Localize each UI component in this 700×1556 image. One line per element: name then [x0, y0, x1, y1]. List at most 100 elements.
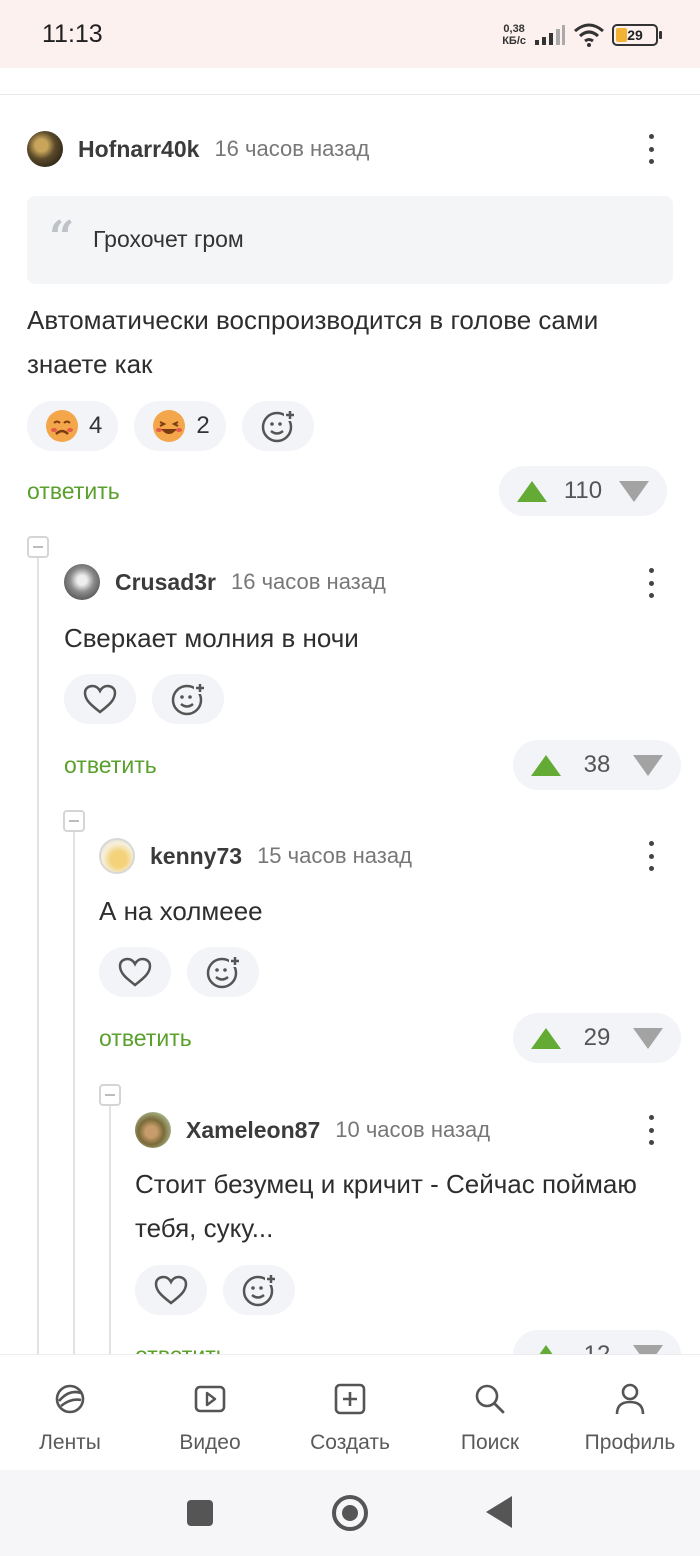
add-reaction-icon	[206, 955, 241, 989]
signal-icon	[535, 25, 565, 45]
rating: 110	[563, 477, 603, 504]
reaction-count: 2	[196, 412, 210, 439]
divider	[0, 94, 700, 95]
comment-header: Xameleon87 10 часов назад	[135, 1111, 490, 1149]
comment-text: Сверкает молния в ночи	[64, 623, 359, 653]
author-name[interactable]: kenny73	[150, 843, 242, 870]
more-icon[interactable]	[648, 134, 654, 164]
downvote-icon[interactable]	[633, 1027, 663, 1049]
downvote-icon[interactable]	[619, 480, 649, 502]
nav-label: Создать	[310, 1431, 390, 1454]
downvote-icon[interactable]	[633, 754, 663, 776]
reactions: 4 2	[27, 401, 314, 451]
collapse-icon[interactable]	[27, 536, 49, 558]
thread-line	[109, 1104, 111, 1354]
heart-icon	[118, 957, 152, 987]
reaction-crying[interactable]: 4	[27, 401, 119, 451]
bottom-nav: Ленты Видео Создать Поиск Профиль	[0, 1354, 700, 1470]
reaction-count: 4	[89, 412, 103, 439]
feeds-icon	[55, 1384, 85, 1414]
nav-search[interactable]: Поиск	[420, 1355, 560, 1470]
nav-label: Ленты	[39, 1431, 101, 1454]
avatar[interactable]	[99, 838, 135, 874]
heart-icon	[154, 1275, 188, 1305]
thread-line	[73, 830, 75, 1354]
like-button[interactable]	[99, 947, 171, 997]
add-reaction-button[interactable]	[241, 401, 314, 451]
network-speed-value: 0,38	[503, 23, 525, 35]
collapse-icon[interactable]	[63, 810, 85, 832]
comment-text: Автоматически воспроизводится в голове с…	[27, 305, 599, 379]
author-name[interactable]: Hofnarr40k	[78, 136, 199, 163]
battery-icon: 29	[612, 24, 662, 46]
reaction-grinning[interactable]: 2	[134, 401, 226, 451]
comment-text: А на холмеее	[99, 896, 263, 926]
reactions	[99, 947, 259, 997]
thread-line	[37, 556, 39, 1354]
search-icon	[475, 1384, 505, 1414]
avatar[interactable]	[64, 564, 100, 600]
upvote-icon[interactable]	[531, 754, 561, 776]
more-icon[interactable]	[648, 1115, 654, 1145]
author-name[interactable]: Xameleon87	[186, 1117, 320, 1144]
collapse-icon[interactable]	[99, 1084, 121, 1106]
comment-xameleon87: Xameleon87 10 часов назад	[135, 1111, 490, 1149]
author-name[interactable]: Crusad3r	[115, 569, 216, 596]
comment-text: Стоит безумец и кричит - Сейчас поймаю т…	[135, 1169, 637, 1243]
network-speed: 0,38 КБ/с	[502, 23, 526, 47]
vote-widget: 38	[513, 740, 681, 790]
heart-icon	[83, 684, 117, 714]
reactions	[135, 1265, 295, 1315]
back-icon[interactable]	[486, 1496, 512, 1528]
status-time: 11:13	[42, 20, 103, 48]
more-icon[interactable]	[648, 568, 654, 598]
add-reaction-button[interactable]	[223, 1265, 295, 1315]
upvote-icon[interactable]	[531, 1027, 561, 1049]
nav-create[interactable]: Создать	[280, 1355, 420, 1470]
comment-time: 16 часов назад	[214, 136, 370, 161]
rating: 38	[583, 751, 611, 778]
add-reaction-button[interactable]	[187, 947, 259, 997]
reply-button[interactable]: ответить	[64, 752, 157, 779]
rating: 29	[583, 1024, 611, 1051]
crying-face-icon	[46, 410, 78, 442]
avatar[interactable]	[135, 1112, 171, 1148]
nav-video[interactable]: Видео	[140, 1355, 280, 1470]
reactions	[64, 674, 224, 724]
quote-block: “ Грохочет гром	[27, 196, 673, 284]
nav-feeds[interactable]: Ленты	[0, 1355, 140, 1470]
status-icons: 0,38 КБ/с 29	[502, 20, 662, 50]
network-speed-unit: КБ/с	[502, 35, 526, 47]
upvote-icon[interactable]	[517, 480, 547, 502]
add-reaction-icon	[261, 409, 296, 443]
add-reaction-button[interactable]	[152, 674, 224, 724]
home-icon[interactable]	[332, 1495, 368, 1531]
grinning-face-icon	[153, 410, 186, 442]
like-button[interactable]	[64, 674, 136, 724]
like-button[interactable]	[135, 1265, 207, 1315]
reply-button[interactable]: ответить	[27, 478, 120, 505]
comment-hofnarr40k: Hofnarr40k 16 часов назад	[27, 130, 369, 168]
vote-widget: 110	[499, 466, 667, 516]
avatar[interactable]	[27, 131, 63, 167]
comment-header: kenny73 15 часов назад	[99, 837, 412, 875]
add-reaction-icon	[171, 682, 206, 716]
wifi-icon	[574, 23, 604, 47]
more-icon[interactable]	[648, 841, 654, 871]
add-reaction-icon	[242, 1273, 277, 1307]
comment-time: 15 часов назад	[257, 843, 412, 868]
nav-profile[interactable]: Профиль	[560, 1355, 700, 1470]
comment-header: Hofnarr40k 16 часов назад	[27, 130, 369, 168]
recent-apps-icon[interactable]	[187, 1500, 213, 1526]
vote-widget: 29	[513, 1013, 681, 1063]
battery-level: 29	[627, 27, 643, 43]
quote-text: Грохочет гром	[93, 226, 244, 252]
profile-icon	[615, 1383, 645, 1415]
create-icon	[334, 1383, 366, 1415]
nav-label: Видео	[179, 1431, 241, 1454]
reply-button[interactable]: ответить	[99, 1025, 192, 1052]
video-icon	[194, 1385, 226, 1413]
status-bar: 11:13 0,38 КБ/с 29	[0, 0, 700, 68]
comment-crusad3r: Crusad3r 16 часов назад	[64, 563, 386, 601]
comment-header: Crusad3r 16 часов назад	[64, 563, 386, 601]
